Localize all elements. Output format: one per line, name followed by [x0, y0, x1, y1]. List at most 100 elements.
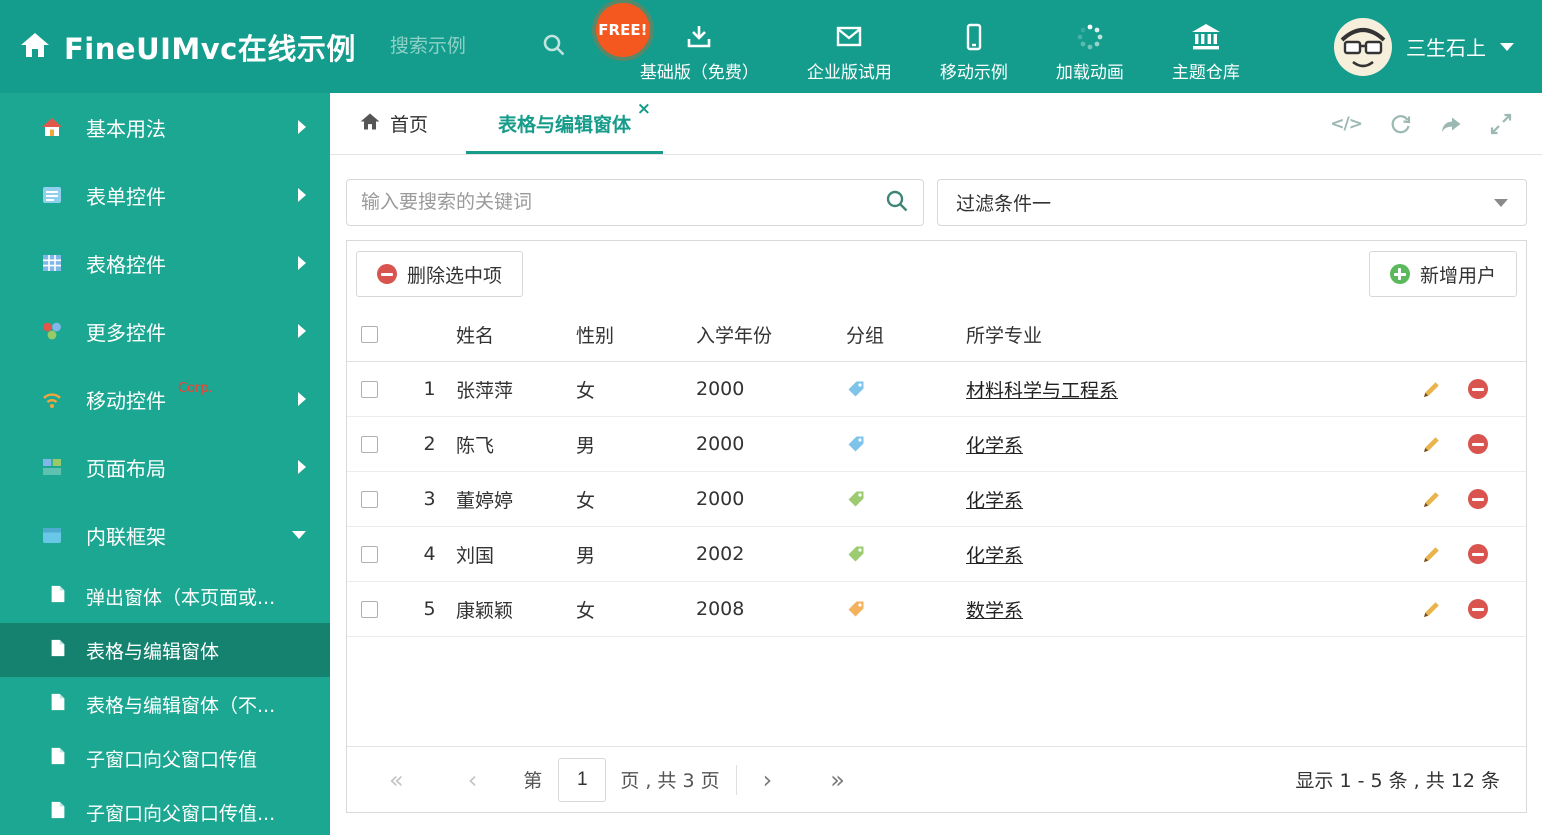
code-icon[interactable]: </>: [1330, 114, 1363, 134]
sidebar-item-label: 基本用法: [86, 116, 166, 141]
search-icon[interactable]: [542, 33, 566, 61]
select-all-checkbox[interactable]: [361, 325, 378, 343]
chevron-down-icon: [1500, 42, 1514, 51]
pager-last-icon[interactable]: »: [830, 768, 845, 792]
nav-item-theme-store[interactable]: 主题仓库: [1172, 11, 1240, 83]
chevron-down-icon: [1494, 198, 1508, 207]
row-checkbox[interactable]: [361, 545, 378, 563]
sidebar-subitem-child-to-parent[interactable]: 子窗口向父窗口传值: [0, 731, 330, 785]
cell-gender: 女: [576, 379, 596, 402]
table-row: 3 董婷婷 女 2000 化学系: [347, 472, 1526, 527]
pager-next-icon[interactable]: ›: [763, 768, 773, 792]
nav-label: 加载动画: [1055, 62, 1124, 83]
sidebar-item-more-controls[interactable]: 更多控件: [0, 297, 330, 365]
chevron-right-icon: [298, 120, 306, 134]
refresh-icon[interactable]: [1390, 113, 1412, 135]
nav-label: 基础版（免费）: [639, 62, 759, 83]
search-icon[interactable]: [885, 189, 909, 217]
sidebar-item-label: 移动控件: [86, 388, 166, 413]
sidebar-subitem-label: 表格与编辑窗体: [86, 640, 220, 663]
sidebar-subitem-popup-window[interactable]: 弹出窗体（本页面或...: [0, 569, 330, 623]
close-icon[interactable]: ×: [637, 99, 651, 119]
header-gender: 性别: [576, 324, 615, 347]
house-icon: [40, 117, 64, 137]
tag-icon: [848, 436, 864, 452]
table-row: 1 张萍萍 女 2000 材料科学与工程系: [347, 362, 1526, 417]
table-row: 4 刘国 男 2002 化学系: [347, 527, 1526, 582]
major-link[interactable]: 化学系: [966, 545, 1023, 567]
edit-icon[interactable]: [1422, 379, 1442, 399]
edit-icon[interactable]: [1422, 599, 1442, 619]
delete-selected-label: 删除选中项: [407, 265, 503, 287]
chevron-right-icon: [298, 188, 306, 202]
sidebar-subitem-child-to-parent-2[interactable]: 子窗口向父窗口传值...: [0, 785, 330, 839]
tag-icon: [848, 601, 864, 617]
sidebar-item-label: 表格控件: [86, 252, 166, 277]
page-icon: [48, 584, 68, 609]
sidebar-item-mobile-controls[interactable]: 移动控件 Corp.: [0, 365, 330, 433]
row-checkbox[interactable]: [361, 435, 378, 453]
header-name: 姓名: [456, 324, 495, 347]
main-area: 首页 表格与编辑窗体 × </> 输入要搜索的关键词 过滤条件一 删除选中项 新…: [330, 93, 1542, 835]
sidebar-subitem-label: 弹出窗体（本页面或...: [86, 586, 276, 609]
edit-icon[interactable]: [1422, 489, 1442, 509]
cell-year: 2008: [696, 598, 745, 620]
pager-page-label: 第: [523, 770, 543, 792]
form-icon: [40, 184, 64, 206]
header-search-input[interactable]: [389, 35, 530, 58]
edit-icon[interactable]: [1422, 544, 1442, 564]
grid-toolbar: 删除选中项 新增用户: [347, 241, 1526, 307]
filter-dropdown[interactable]: 过滤条件一: [937, 179, 1527, 226]
cell-name: 刘国: [456, 544, 495, 567]
sidebar-subitem-grid-edit-window[interactable]: 表格与编辑窗体: [0, 623, 330, 677]
pager-prev-icon[interactable]: ‹: [468, 768, 478, 792]
keyword-search-input[interactable]: [361, 191, 885, 214]
sidebar-item-page-layout[interactable]: 页面布局: [0, 433, 330, 501]
add-user-label: 新增用户: [1419, 265, 1496, 287]
delete-selected-button[interactable]: 删除选中项: [356, 251, 524, 297]
nav-item-basic-free[interactable]: FREE! 基础版（免费）: [595, 2, 759, 83]
row-checkbox[interactable]: [361, 490, 378, 508]
filter-dropdown-value: 过滤条件一: [956, 193, 1052, 215]
cell-name: 张萍萍: [456, 379, 514, 402]
delete-icon[interactable]: [1468, 434, 1488, 454]
forward-icon[interactable]: [1440, 113, 1462, 135]
nav-item-loading-anim[interactable]: 加载动画: [1056, 11, 1124, 83]
sidebar-item-basic-usage[interactable]: 基本用法: [0, 93, 330, 161]
download-icon: [685, 23, 713, 51]
add-user-button[interactable]: 新增用户: [1368, 251, 1517, 297]
brand: FineUIMvc在线示例: [0, 26, 356, 68]
sidebar-subitem-grid-edit-window-2[interactable]: 表格与编辑窗体（不...: [0, 677, 330, 731]
nav-item-mobile-demo[interactable]: 移动示例: [940, 11, 1008, 83]
cell-gender: 男: [576, 544, 596, 567]
sidebar-item-iframe[interactable]: 内联框架: [0, 501, 330, 569]
page-number-input[interactable]: [558, 757, 607, 802]
expand-icon[interactable]: [1490, 113, 1512, 135]
tab-home[interactable]: 首页: [330, 93, 436, 154]
delete-icon[interactable]: [1468, 489, 1488, 509]
delete-icon[interactable]: [1468, 544, 1488, 564]
app-title: FineUIMvc在线示例: [64, 31, 356, 66]
major-link[interactable]: 材料科学与工程系: [966, 380, 1118, 402]
major-link[interactable]: 化学系: [966, 435, 1023, 457]
row-checkbox[interactable]: [361, 600, 378, 618]
delete-icon[interactable]: [1468, 379, 1488, 399]
tab-grid-edit-window[interactable]: 表格与编辑窗体 ×: [466, 93, 664, 154]
row-index: 5: [423, 598, 436, 620]
edit-icon[interactable]: [1422, 434, 1442, 454]
sidebar-item-form-controls[interactable]: 表单控件: [0, 161, 330, 229]
username: 三生石上: [1406, 36, 1486, 60]
major-link[interactable]: 化学系: [966, 490, 1023, 512]
pager-first-icon[interactable]: «: [389, 768, 404, 792]
nav-item-enterprise-trial[interactable]: 企业版试用: [807, 11, 892, 83]
row-checkbox[interactable]: [361, 380, 378, 398]
chevron-right-icon: [298, 256, 306, 270]
header-year: 入学年份: [696, 324, 773, 347]
header-nav: FREE! 基础版（免费） 企业版试用 移动示例 加载动画 主题仓库: [595, 2, 1240, 83]
user-menu[interactable]: 三生石上: [1334, 17, 1542, 76]
major-link[interactable]: 数学系: [966, 600, 1023, 622]
delete-icon[interactable]: [1468, 599, 1488, 619]
sidebar-item-grid-controls[interactable]: 表格控件: [0, 229, 330, 297]
row-index: 3: [423, 488, 436, 510]
wifi-icon: [40, 389, 64, 409]
